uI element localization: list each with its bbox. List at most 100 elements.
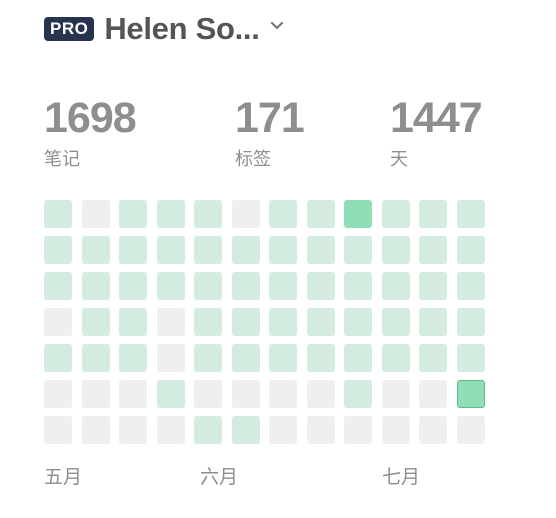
- heatmap-cell[interactable]: [382, 344, 410, 372]
- tags-stat[interactable]: 171 标签: [235, 94, 305, 170]
- heatmap-cell[interactable]: [419, 272, 447, 300]
- heatmap-cell[interactable]: [307, 416, 335, 444]
- heatmap-cell[interactable]: [269, 416, 297, 444]
- heatmap-cell[interactable]: [194, 344, 222, 372]
- heatmap-cell[interactable]: [232, 200, 260, 228]
- heatmap-cell[interactable]: [382, 380, 410, 408]
- days-label: 天: [390, 149, 408, 169]
- heatmap-cell[interactable]: [194, 200, 222, 228]
- month-label-june: 六月: [200, 467, 239, 488]
- heatmap-cell[interactable]: [344, 416, 372, 444]
- heatmap-cell[interactable]: [419, 416, 447, 444]
- heatmap-cell[interactable]: [269, 308, 297, 336]
- heatmap-cell[interactable]: [232, 344, 260, 372]
- heatmap-cell[interactable]: [157, 200, 185, 228]
- heatmap-cell[interactable]: [157, 344, 185, 372]
- heatmap-cell[interactable]: [194, 308, 222, 336]
- heatmap-cell[interactable]: [307, 380, 335, 408]
- heatmap-cell[interactable]: [344, 236, 372, 264]
- heatmap-cell[interactable]: [82, 236, 110, 264]
- heatmap-cell[interactable]: [157, 236, 185, 264]
- heatmap-cell[interactable]: [119, 272, 147, 300]
- heatmap-cell[interactable]: [194, 416, 222, 444]
- notes-count: 1698: [44, 94, 137, 142]
- heatmap-cell[interactable]: [232, 308, 260, 336]
- tags-count: 171: [235, 94, 305, 142]
- heatmap-cell[interactable]: [382, 416, 410, 444]
- activity-heatmap: [44, 200, 486, 444]
- heatmap-cell[interactable]: [344, 272, 372, 300]
- heatmap-cell[interactable]: [157, 416, 185, 444]
- heatmap-cell[interactable]: [82, 308, 110, 336]
- heatmap-cell[interactable]: [419, 344, 447, 372]
- heatmap-cell[interactable]: [44, 416, 72, 444]
- heatmap-cell[interactable]: [119, 308, 147, 336]
- heatmap-cell[interactable]: [232, 236, 260, 264]
- heatmap-cell[interactable]: [44, 308, 72, 336]
- heatmap-cell[interactable]: [419, 200, 447, 228]
- notes-stat[interactable]: 1698 笔记: [44, 94, 137, 170]
- heatmap-cell[interactable]: [457, 308, 485, 336]
- heatmap-cell[interactable]: [382, 308, 410, 336]
- heatmap-cell[interactable]: [307, 236, 335, 264]
- heatmap-cell[interactable]: [119, 236, 147, 264]
- heatmap-cell[interactable]: [382, 200, 410, 228]
- month-label-may: 五月: [44, 467, 83, 488]
- heatmap-cell[interactable]: [194, 380, 222, 408]
- heatmap-cell[interactable]: [269, 236, 297, 264]
- heatmap-cell[interactable]: [457, 344, 485, 372]
- heatmap-cell[interactable]: [232, 272, 260, 300]
- tags-label: 标签: [235, 149, 271, 169]
- heatmap-cell[interactable]: [419, 308, 447, 336]
- heatmap-cell[interactable]: [119, 200, 147, 228]
- heatmap-cell[interactable]: [457, 380, 485, 408]
- heatmap-cell[interactable]: [82, 344, 110, 372]
- heatmap-cell[interactable]: [269, 344, 297, 372]
- heatmap-cell[interactable]: [194, 272, 222, 300]
- days-count: 1447: [390, 94, 483, 142]
- heatmap-cell[interactable]: [457, 236, 485, 264]
- heatmap-cell[interactable]: [457, 272, 485, 300]
- heatmap-cell[interactable]: [457, 200, 485, 228]
- heatmap-cell[interactable]: [419, 236, 447, 264]
- heatmap-cell[interactable]: [119, 416, 147, 444]
- heatmap-cell[interactable]: [157, 380, 185, 408]
- heatmap-cell[interactable]: [344, 380, 372, 408]
- heatmap-cell[interactable]: [269, 380, 297, 408]
- heatmap-cell[interactable]: [382, 236, 410, 264]
- heatmap-cell[interactable]: [307, 272, 335, 300]
- heatmap-cell[interactable]: [344, 308, 372, 336]
- heatmap-cell[interactable]: [194, 236, 222, 264]
- heatmap-cell[interactable]: [457, 416, 485, 444]
- heatmap-cell[interactable]: [157, 272, 185, 300]
- heatmap-cell[interactable]: [119, 380, 147, 408]
- heatmap-cell[interactable]: [307, 200, 335, 228]
- heatmap-cell[interactable]: [44, 380, 72, 408]
- heatmap-cell[interactable]: [307, 308, 335, 336]
- days-stat: 1447 天: [390, 94, 483, 170]
- month-label-july: 七月: [382, 467, 421, 488]
- heatmap-cell[interactable]: [44, 344, 72, 372]
- heatmap-cell[interactable]: [382, 272, 410, 300]
- heatmap-cell[interactable]: [44, 272, 72, 300]
- heatmap-cell[interactable]: [307, 344, 335, 372]
- heatmap-cell[interactable]: [82, 272, 110, 300]
- heatmap-cell[interactable]: [419, 380, 447, 408]
- heatmap-cell[interactable]: [82, 416, 110, 444]
- heatmap-cell[interactable]: [82, 380, 110, 408]
- account-header: PRO Helen So...: [44, 12, 284, 46]
- heatmap-cell[interactable]: [344, 200, 372, 228]
- heatmap-cell[interactable]: [82, 200, 110, 228]
- heatmap-cell[interactable]: [44, 236, 72, 264]
- heatmap-cell[interactable]: [232, 380, 260, 408]
- heatmap-cell[interactable]: [269, 200, 297, 228]
- heatmap-cell[interactable]: [119, 344, 147, 372]
- user-name[interactable]: Helen So...: [104, 12, 259, 46]
- heatmap-cell[interactable]: [157, 308, 185, 336]
- heatmap-cell[interactable]: [269, 272, 297, 300]
- heatmap-cell[interactable]: [44, 200, 72, 228]
- pro-badge: PRO: [44, 17, 95, 41]
- heatmap-cell[interactable]: [344, 344, 372, 372]
- heatmap-cell[interactable]: [232, 416, 260, 444]
- chevron-down-icon[interactable]: [270, 19, 284, 33]
